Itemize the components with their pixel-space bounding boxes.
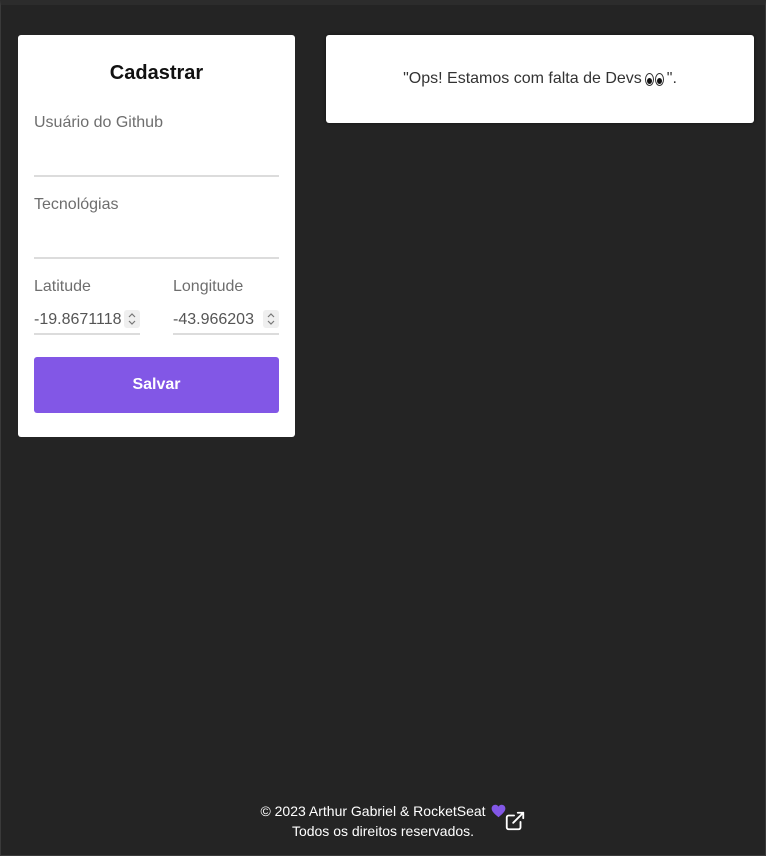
footer: © 2023 Arthur Gabriel & RocketSeat Todos… [1,801,765,841]
form-title: Cadastrar [109,62,204,84]
latitude-input-wrapper [34,309,140,335]
longitude-input-wrapper [173,309,279,335]
footer-copyright: © 2023 Arthur Gabriel & RocketSeat [260,803,486,819]
register-form-card: Cadastrar Usuário do Github Tecnológias … [18,35,295,437]
empty-message-suffix: ". [666,70,677,87]
techs-input[interactable] [34,229,279,259]
coordinates-row: Latitude Longitude [34,277,279,335]
longitude-field: Longitude [173,277,279,335]
empty-message: "Ops! Estamos com falta de Devs ". [403,70,677,88]
external-link-icon[interactable] [504,810,526,832]
github-username-label: Usuário do Github [34,114,163,131]
latitude-field: Latitude [34,277,140,335]
longitude-label: Longitude [173,278,244,295]
latitude-label: Latitude [34,278,91,295]
eye-right [654,72,664,86]
latitude-spinner-icon[interactable] [124,310,140,328]
github-field: Usuário do Github [34,113,279,177]
save-button[interactable]: Salvar [34,357,279,413]
github-username-input[interactable] [34,147,279,177]
footer-copyright-line: © 2023 Arthur Gabriel & RocketSeat [260,801,505,821]
longitude-spinner-icon[interactable] [263,310,279,328]
empty-message-prefix: "Ops! Estamos com falta de Devs [403,70,642,87]
eyes-icon [644,72,664,86]
app-frame: Cadastrar Usuário do Github Tecnológias … [0,0,766,856]
dev-list-empty-card: "Ops! Estamos com falta de Devs ". [326,35,754,123]
techs-field: Tecnológias [34,195,279,259]
eye-left [644,72,654,86]
techs-label: Tecnológias [34,196,119,213]
footer-rights: Todos os direitos reservados. [291,823,475,839]
